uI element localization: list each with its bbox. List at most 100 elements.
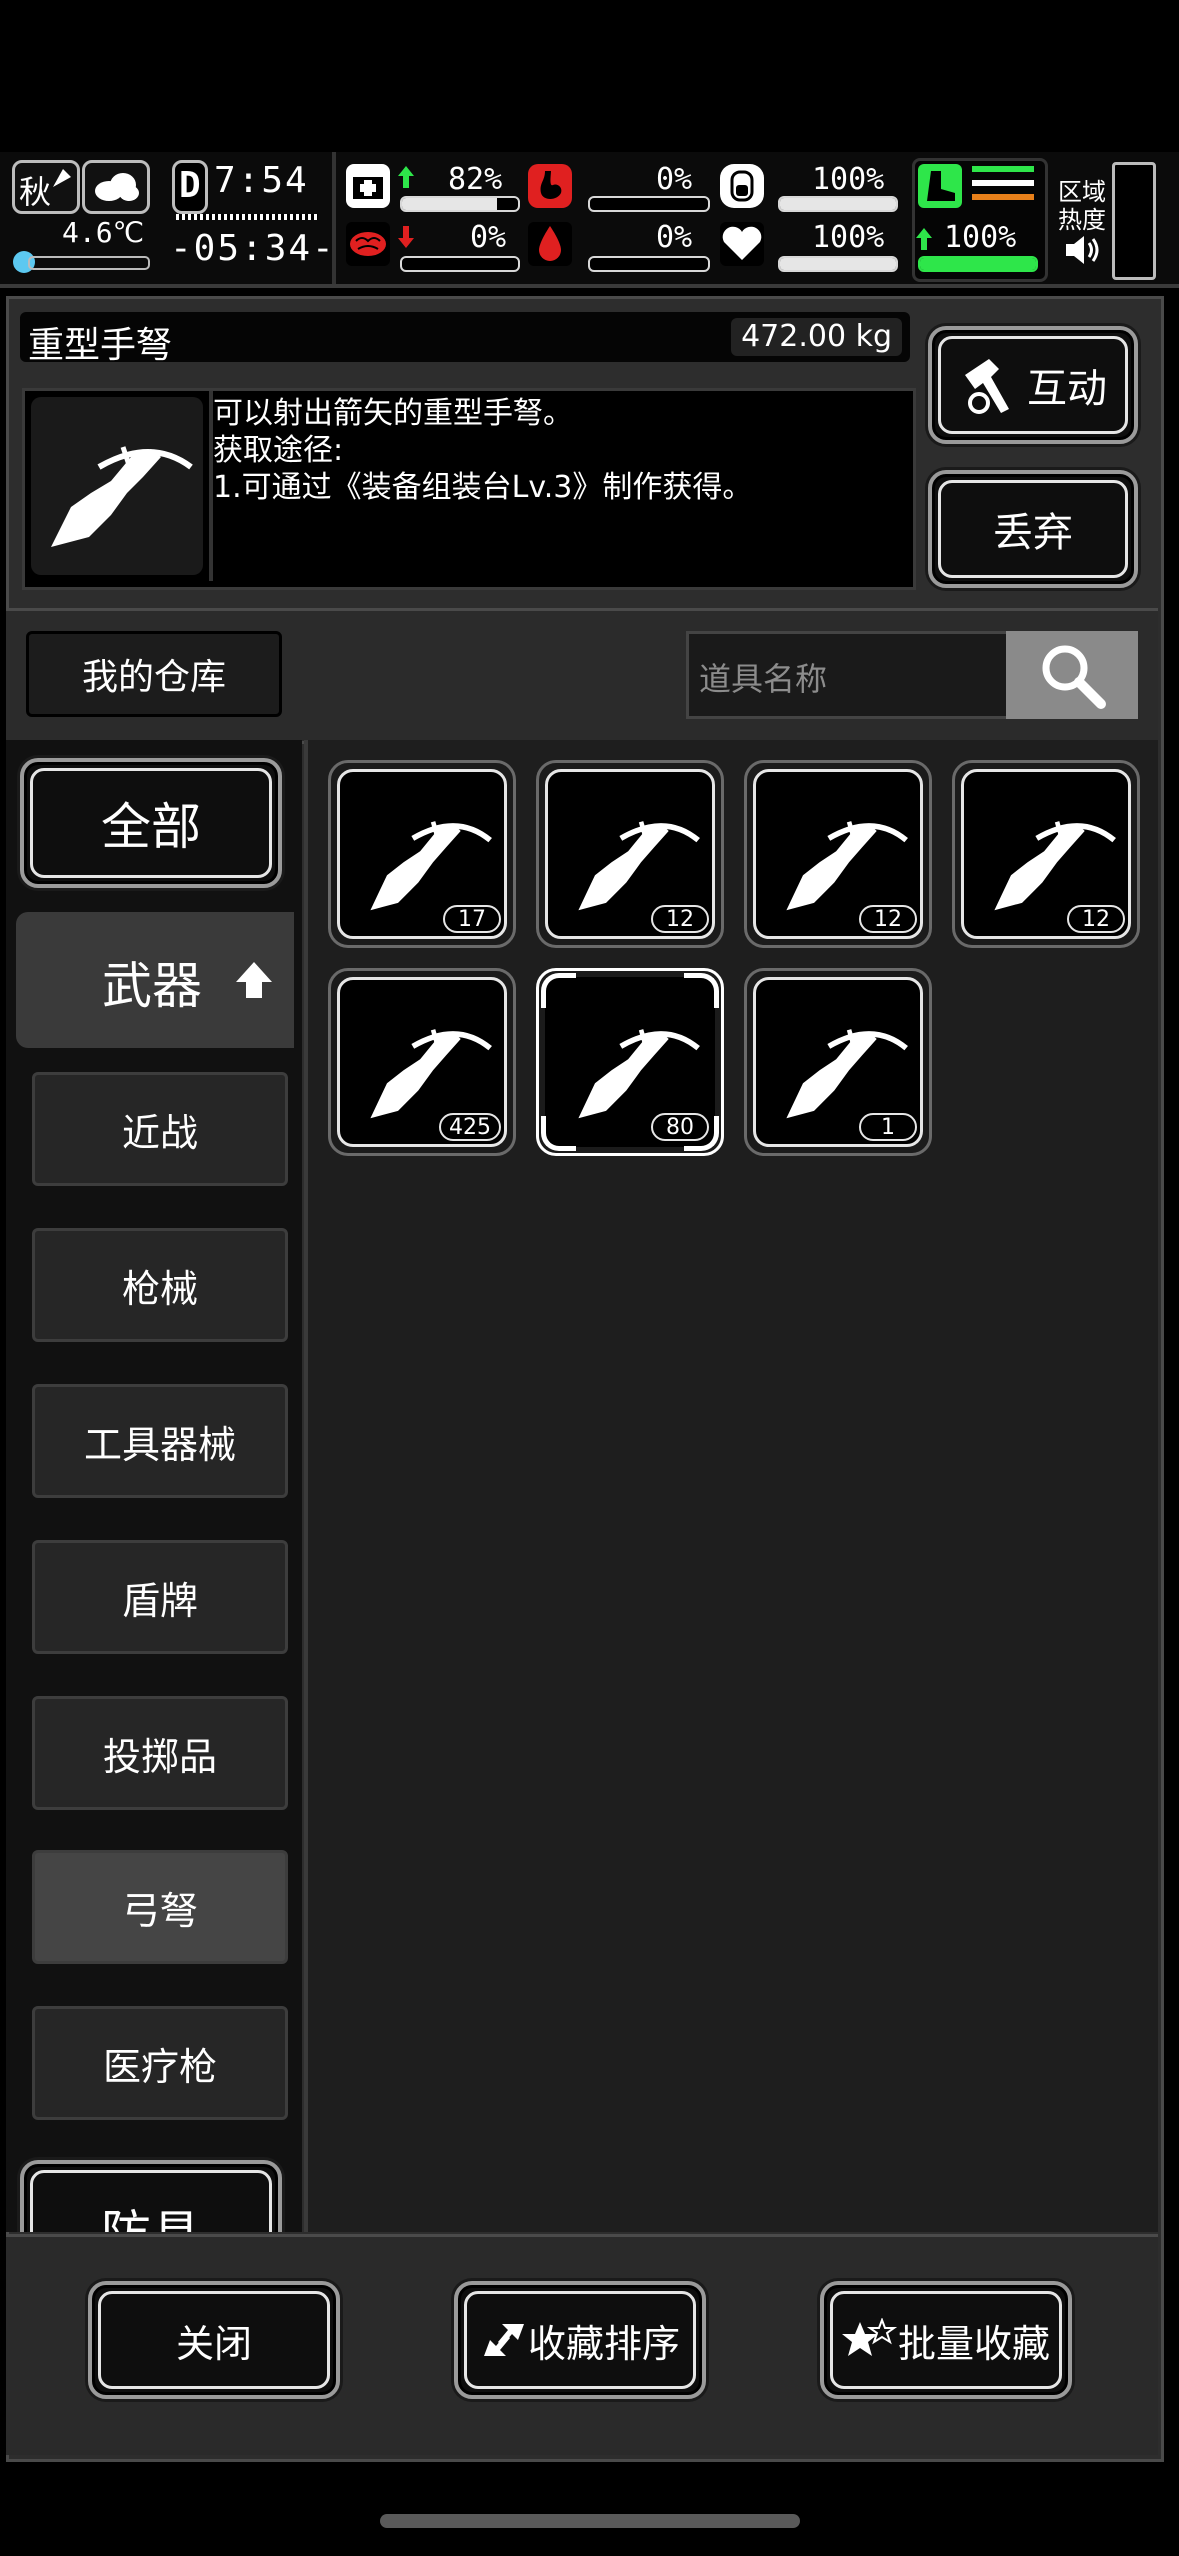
selection-corner xyxy=(541,1116,576,1151)
trend-up-icon xyxy=(398,166,414,188)
category-throwables-label: 投掷品 xyxy=(102,1734,217,1779)
selection-corner xyxy=(684,973,719,1008)
stat-bleed-value: 0% xyxy=(656,220,693,255)
hammer-icon xyxy=(965,359,1009,414)
stat-health-value: 82% xyxy=(448,162,503,197)
category-bows[interactable]: 弓弩 xyxy=(32,1850,288,1964)
discard-button[interactable]: 丢弃 xyxy=(928,470,1138,588)
bladder-icon xyxy=(720,164,764,208)
close-label: 关闭 xyxy=(175,2321,252,2366)
brain-icon xyxy=(346,222,390,266)
zone-heat-meter xyxy=(1112,162,1156,280)
search-button[interactable] xyxy=(1006,631,1138,719)
item-slot[interactable]: 425 xyxy=(328,968,516,1156)
speed-line-3 xyxy=(972,194,1034,200)
desc-line-2: 获取途径: xyxy=(213,433,344,468)
search-input[interactable]: 道具名称 xyxy=(686,631,1012,719)
storage-header: 我的仓库 道具名称 xyxy=(6,608,1158,744)
season-label: 秋 xyxy=(19,173,52,211)
category-firearms[interactable]: 枪械 xyxy=(32,1228,288,1342)
sort-favorites-button[interactable]: 收藏排序 xyxy=(454,2281,706,2399)
item-slot[interactable]: 17 xyxy=(328,760,516,948)
category-throwables[interactable]: 投掷品 xyxy=(32,1696,288,1810)
item-name-bar: 重型手弩 472.00 kg xyxy=(20,312,910,366)
stat-hunger-bar xyxy=(588,196,710,212)
stat-bleed-bar xyxy=(588,256,710,272)
batch-favorite-label: 批量收藏 xyxy=(897,2321,1050,2366)
desc-line-3: 1.可通过《装备组装台Lv.3》制作获得。 xyxy=(213,470,753,505)
sort-favorites-label: 收藏排序 xyxy=(527,2321,680,2366)
day-glyph-box: D xyxy=(172,160,208,214)
storage-title[interactable]: 我的仓库 xyxy=(26,631,282,717)
time-ticks xyxy=(176,214,318,220)
category-melee-label: 近战 xyxy=(121,1110,198,1155)
item-slot[interactable]: 1 xyxy=(744,968,932,1156)
stamina-value: 100% xyxy=(944,220,1017,255)
status-hud: 秋 4.6℃ D 7:54 -05:34- 82% 0% 100% 0% 0% … xyxy=(0,152,1179,284)
desc-line-1: 可以射出箭矢的重型手弩。 xyxy=(213,396,573,431)
item-weight: 472.00 kg xyxy=(731,318,902,356)
category-all[interactable]: 全部 xyxy=(20,758,282,888)
category-tools[interactable]: 工具器械 xyxy=(32,1384,288,1498)
category-weapons[interactable]: 武器 xyxy=(16,912,294,1048)
collapse-arrow-icon xyxy=(236,962,272,998)
zone-heat-label-2: 热度 xyxy=(1058,206,1106,234)
speaker-icon[interactable] xyxy=(1062,232,1102,268)
search-icon xyxy=(1042,645,1106,709)
item-grid: 17 12 12 12 425 80 1 xyxy=(304,740,1158,2232)
medkit-icon xyxy=(346,164,390,208)
stat-sanity-value: 0% xyxy=(470,220,507,255)
crossbow-icon xyxy=(51,446,193,547)
home-indicator[interactable] xyxy=(380,2514,800,2528)
bottom-action-bar: 关闭 收藏排序 批量收藏 xyxy=(6,2234,1158,2455)
category-medgun[interactable]: 医疗枪 xyxy=(32,2006,288,2120)
interact-label: 互动 xyxy=(1027,366,1107,412)
stat-hunger-value: 0% xyxy=(656,162,693,197)
category-bows-label: 弓弩 xyxy=(121,1888,198,1933)
day-glyph: D xyxy=(179,165,201,206)
category-melee[interactable]: 近战 xyxy=(32,1072,288,1186)
category-medgun-label: 医疗枪 xyxy=(102,2044,217,2089)
stat-bladder-value: 100% xyxy=(812,162,885,197)
stomach-icon xyxy=(528,164,572,208)
clock-time: -05:34- xyxy=(170,228,336,269)
item-count-badge: 12 xyxy=(651,905,709,933)
item-slot[interactable]: 12 xyxy=(744,760,932,948)
hud-divider xyxy=(332,152,336,284)
item-count-badge: 1 xyxy=(859,1113,917,1141)
item-description-box: 可以射出箭矢的重型手弩。 获取途径: 1.可通过《装备组装台Lv.3》制作获得。 xyxy=(22,388,916,590)
category-sidebar: 全部 武器 近战 枪械 工具器械 盾牌 投掷品 弓弩 医疗枪 防具 xyxy=(6,740,302,2232)
batch-favorite-button[interactable]: 批量收藏 xyxy=(820,2281,1072,2399)
category-weapons-label: 武器 xyxy=(102,957,202,1015)
item-name: 重型手弩 xyxy=(28,325,173,366)
item-slot[interactable]: 80 xyxy=(536,968,724,1156)
stat-mood-value: 100% xyxy=(812,220,885,255)
selection-corner xyxy=(541,973,576,1008)
item-description: 可以射出箭矢的重型手弩。 获取途径: 1.可通过《装备组装台Lv.3》制作获得。 xyxy=(213,395,752,506)
swap-arrows-icon xyxy=(483,2324,524,2356)
category-armor-label: 防具 xyxy=(101,2194,201,2232)
boot-icon xyxy=(918,164,962,208)
discard-label: 丢弃 xyxy=(993,510,1073,556)
temperature-bar xyxy=(28,256,150,270)
category-shields[interactable]: 盾牌 xyxy=(32,1540,288,1654)
cloud-icon xyxy=(95,173,139,201)
stamina-bar xyxy=(918,256,1038,272)
item-slot[interactable]: 12 xyxy=(952,760,1140,948)
close-button[interactable]: 关闭 xyxy=(88,2281,340,2399)
stars-icon xyxy=(841,2318,898,2356)
selection-corner xyxy=(684,1116,719,1151)
day-count: 7:54 xyxy=(214,160,309,201)
leaf-icon xyxy=(53,169,71,187)
category-armor[interactable]: 防具 xyxy=(20,2160,282,2232)
stamina-up-icon xyxy=(916,228,932,250)
item-preview xyxy=(31,397,203,575)
item-count-badge: 425 xyxy=(439,1113,501,1141)
interact-button[interactable]: 互动 xyxy=(928,326,1138,444)
temperature-value: 4.6℃ xyxy=(62,216,145,249)
category-all-label: 全部 xyxy=(101,798,201,856)
item-slot[interactable]: 12 xyxy=(536,760,724,948)
blood-drop-icon xyxy=(528,222,572,266)
season-box: 秋 xyxy=(12,160,80,214)
stat-bladder-bar xyxy=(778,196,898,212)
